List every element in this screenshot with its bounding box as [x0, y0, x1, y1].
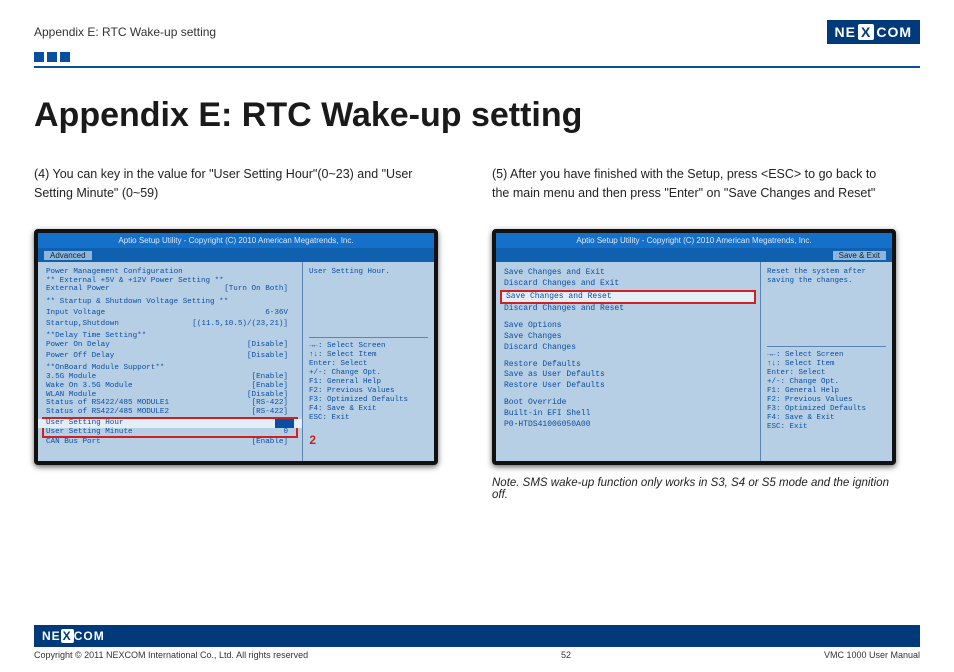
input-voltage-label: Input Voltage [46, 309, 105, 318]
power-on-delay-label: Power On Delay [46, 341, 110, 350]
menu-save-options: Save Options [504, 321, 752, 332]
ext-power-heading: ** External +5V & +12V Power Setting ** [46, 277, 294, 286]
footer-bar: NEXCOM [34, 625, 920, 647]
help-line: ESC: Exit [309, 414, 428, 423]
m35g-label: 3.5G Module [46, 373, 96, 382]
user-setting-minute-value[interactable]: 0 [283, 428, 294, 437]
user-setting-hour-label: User Setting Hour [46, 419, 123, 428]
help-line: Enter: Select [309, 360, 428, 369]
user-setting-minute-label: User Setting Minute [46, 428, 133, 437]
help-line: ESC: Exit [767, 423, 886, 432]
bios-screenshot-2: Aptio Setup Utility - Copyright (C) 2010… [492, 229, 896, 465]
ext-power-label: External Power [46, 285, 110, 294]
rs2-label: Status of RS422/485 MODULE2 [46, 408, 169, 417]
menu-save-changes[interactable]: Save Changes [504, 332, 752, 343]
page-number: 52 [561, 650, 571, 660]
wake-35g-value: [Enable] [252, 382, 294, 391]
user-setting-hour-value[interactable]: 0 [275, 419, 294, 428]
input-voltage-value: 6-36V [265, 309, 294, 318]
bios2-help-title: Reset the system after saving the change… [767, 268, 886, 286]
step4-text: (4) You can key in the value for "User S… [34, 165, 438, 209]
help-line: +/-: Change Opt. [767, 378, 886, 387]
menu-restore-defaults[interactable]: Restore Defaults [504, 360, 752, 371]
wlan-value: [Disable] [247, 391, 294, 400]
bios2-tab: Save & Exit [833, 251, 886, 260]
bios1-help-title: User Setting Hour. [309, 268, 428, 277]
step5-text: (5) After you have finished with the Set… [492, 165, 896, 209]
delay-heading: **Delay Time Setting** [46, 332, 294, 341]
help-line: F3: Optimized Defaults [309, 396, 428, 405]
bios2-title: Aptio Setup Utility - Copyright (C) 2010… [496, 233, 892, 248]
menu-discard-exit[interactable]: Discard Changes and Exit [504, 279, 752, 290]
rs2-value: [RS-422] [252, 408, 294, 417]
help-line: F2: Previous Values [767, 396, 886, 405]
help-line: →←: Select Screen [767, 351, 886, 360]
help-line: →←: Select Screen [309, 342, 428, 351]
menu-discard-reset[interactable]: Discard Changes and Reset [504, 304, 752, 315]
help-line: F2: Previous Values [309, 387, 428, 396]
brand-logo-bottom: NEXCOM [42, 629, 105, 643]
power-on-delay-value: [Disable] [247, 341, 294, 350]
help-line: Enter: Select [767, 369, 886, 378]
bios1-tab: Advanced [44, 251, 92, 260]
bios1-help-panel: User Setting Hour. →←: Select Screen ↑↓:… [302, 262, 434, 462]
bios2-help-panel: Reset the system after saving the change… [760, 262, 892, 462]
help-line: F4: Save & Exit [767, 414, 886, 423]
copyright-text: Copyright © 2011 NEXCOM International Co… [34, 650, 308, 660]
bios1-title: Aptio Setup Utility - Copyright (C) 2010… [38, 233, 434, 248]
menu-save-exit[interactable]: Save Changes and Exit [504, 268, 752, 279]
can-bus-value: [Enable] [252, 438, 294, 447]
top-rule [34, 66, 920, 68]
power-off-delay-label: Power Off Delay [46, 352, 114, 361]
bios-screenshot-1: Aptio Setup Utility - Copyright (C) 2010… [34, 229, 438, 465]
help-line: F4: Save & Exit [309, 405, 428, 414]
help-line: F1: General Help [309, 378, 428, 387]
menu-restore-user-defaults[interactable]: Restore User Defaults [504, 381, 752, 392]
can-bus-label: CAN Bus Port [46, 438, 101, 447]
menu-save-changes-reset[interactable]: Save Changes and Reset [500, 290, 756, 305]
note-text: Note. SMS wake-up function only works in… [492, 477, 896, 501]
annotation-2: 2 [309, 434, 316, 448]
startup-shutdown-label: Startup,Shutdown [46, 320, 119, 329]
manual-name: VMC 1000 User Manual [824, 650, 920, 660]
help-line: F1: General Help [767, 387, 886, 396]
help-line: +/-: Change Opt. [309, 369, 428, 378]
decor-squares [34, 52, 920, 62]
power-off-delay-value: [Disable] [247, 352, 294, 361]
menu-save-user-defaults[interactable]: Save as User Defaults [504, 370, 752, 381]
brand-logo-top: NEXCOM [827, 20, 920, 44]
ext-power-value: [Turn On Both] [224, 285, 294, 294]
wlan-label: WLAN Module [46, 391, 96, 400]
pm-config-heading: Power Management Configuration [46, 268, 294, 277]
help-line: ↑↓: Select Item [767, 360, 886, 369]
bios1-left-panel: Power Management Configuration ** Extern… [38, 262, 302, 462]
rs1-label: Status of RS422/485 MODULE1 [46, 399, 169, 408]
user-setting-highlight: User Setting Hour 0 User Setting Minute 0 [42, 417, 298, 438]
onboard-heading: **OnBoard Module Support** [46, 364, 294, 373]
menu-discard-changes[interactable]: Discard Changes [504, 343, 752, 354]
page-title: Appendix E: RTC Wake-up setting [34, 96, 920, 135]
rs1-value: [RS-422] [252, 399, 294, 408]
menu-efi-shell[interactable]: Built-in EFI Shell [504, 409, 752, 420]
startup-heading: ** Startup & Shutdown Voltage Setting ** [46, 298, 294, 307]
m35g-value: [Enable] [252, 373, 294, 382]
help-line: ↑↓: Select Item [309, 351, 428, 360]
wake-35g-label: Wake On 3.5G Module [46, 382, 133, 391]
bios2-left-panel: Save Changes and Exit Discard Changes an… [496, 262, 760, 462]
help-line: F3: Optimized Defaults [767, 405, 886, 414]
startup-shutdown-value: [(11.5,10.5)/(23,21)] [192, 320, 294, 329]
breadcrumb: Appendix E: RTC Wake-up setting [34, 25, 216, 39]
menu-boot-override: Boot Override [504, 398, 752, 409]
menu-boot-device[interactable]: P0-HTDS41006050A00 [504, 420, 752, 431]
